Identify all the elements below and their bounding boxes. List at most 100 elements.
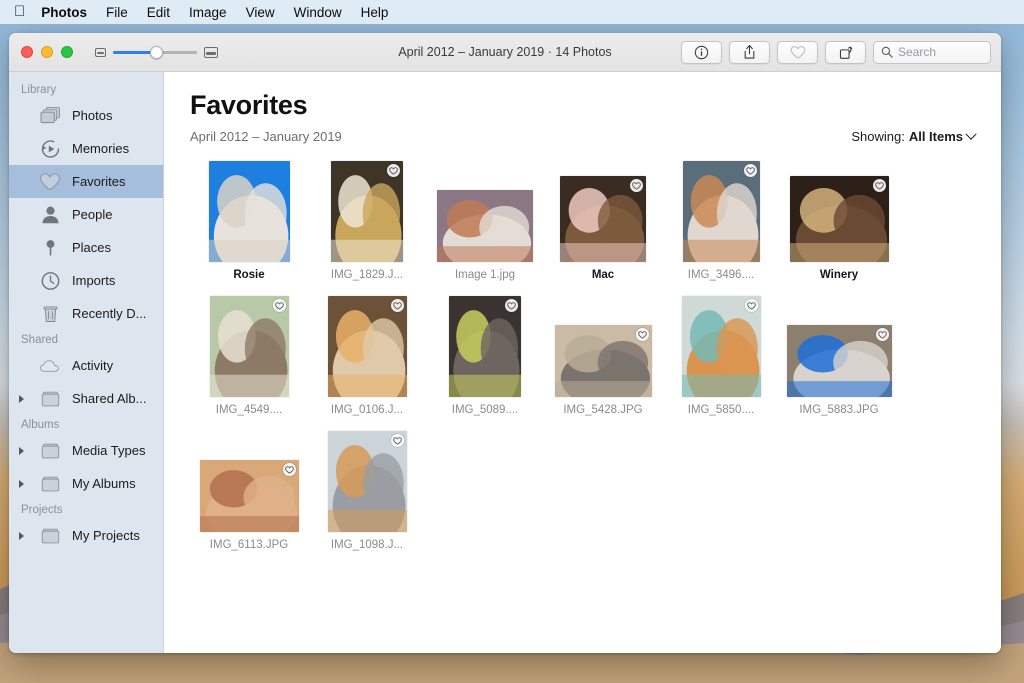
photo-cell[interactable]: IMG_6113.JPG xyxy=(190,431,308,566)
photos-stack-icon xyxy=(37,106,63,125)
disclosure-triangle-icon[interactable] xyxy=(15,446,28,455)
sidebar-item-places[interactable]: Places xyxy=(9,231,163,264)
favorite-badge[interactable] xyxy=(744,299,758,312)
apple-logo-icon[interactable]:  xyxy=(14,4,25,19)
heart-icon xyxy=(392,301,402,310)
favorite-badge[interactable] xyxy=(875,328,889,341)
sidebar-item-people[interactable]: People xyxy=(9,198,163,231)
photo-cell[interactable]: IMG_1829.J... xyxy=(308,161,426,296)
photo-caption: IMG_3496.... xyxy=(687,269,755,281)
photo-cell[interactable]: IMG_1098.J... xyxy=(308,431,426,566)
favorite-badge[interactable] xyxy=(282,463,296,476)
showing-filter-menu[interactable]: Showing: All Items xyxy=(851,128,977,144)
sidebar-item-imports[interactable]: Imports xyxy=(9,264,163,297)
sidebar-item-memories[interactable]: Memories xyxy=(9,132,163,165)
photo-thumbnail[interactable] xyxy=(560,176,646,262)
sidebar-item-photos[interactable]: Photos xyxy=(9,99,163,132)
photo-cell[interactable]: IMG_5883.JPG xyxy=(780,296,898,431)
photo-thumbnail[interactable] xyxy=(789,176,889,262)
sidebar-item-activity[interactable]: Activity xyxy=(9,349,163,382)
photo-thumbnail-wrapper xyxy=(560,161,646,262)
photo-cell[interactable]: IMG_5850.... xyxy=(662,296,780,431)
disclosure-triangle-icon[interactable] xyxy=(15,531,28,540)
menu-item-window[interactable]: Window xyxy=(294,5,342,20)
menu-item-view[interactable]: View xyxy=(246,5,275,20)
sidebar-item-my-projects[interactable]: My Projects xyxy=(9,519,163,552)
favorite-badge[interactable] xyxy=(390,434,404,447)
menu-item-image[interactable]: Image xyxy=(189,5,227,20)
photo-thumbnail[interactable] xyxy=(554,325,652,397)
photo-cell[interactable]: IMG_0106.J... xyxy=(308,296,426,431)
photo-thumbnail-wrapper xyxy=(789,161,889,262)
favorite-badge[interactable] xyxy=(635,328,649,341)
photo-cell[interactable]: Rosie xyxy=(190,161,308,296)
photo-cell[interactable]: Winery xyxy=(780,161,898,296)
slider-knob[interactable] xyxy=(149,45,163,59)
sidebar-item-media-types[interactable]: Media Types xyxy=(9,434,163,467)
sidebar-item-favorites[interactable]: Favorites xyxy=(9,165,163,198)
photo-cell[interactable]: IMG_3496.... xyxy=(662,161,780,296)
photo-thumbnail[interactable] xyxy=(327,296,407,397)
favorite-badge[interactable] xyxy=(630,179,643,192)
photo-cell[interactable]: IMG_5089.... xyxy=(426,296,544,431)
large-thumbnail-icon[interactable] xyxy=(204,46,218,58)
photo-caption: IMG_6113.JPG xyxy=(209,539,289,551)
sidebar-item-label: Recently D... xyxy=(72,306,147,321)
trash-icon xyxy=(37,304,63,324)
sidebar-item-recently-deleted[interactable]: Recently D... xyxy=(9,297,163,330)
search-placeholder: Search xyxy=(898,45,937,59)
menu-item-help[interactable]: Help xyxy=(361,5,389,20)
photo-caption: IMG_1829.J... xyxy=(330,269,404,281)
photo-thumbnail[interactable] xyxy=(327,431,407,532)
favorite-badge[interactable] xyxy=(872,179,886,192)
photo-thumbnail-wrapper xyxy=(786,296,892,397)
heart-icon xyxy=(746,301,756,310)
photo-cell[interactable]: Mac xyxy=(544,161,662,296)
photo-caption: IMG_4549.... xyxy=(215,404,283,416)
album-folder-icon xyxy=(37,441,63,461)
photo-thumbnail[interactable] xyxy=(331,161,403,262)
menu-item-edit[interactable]: Edit xyxy=(147,5,170,20)
sidebar-item-label: Shared Alb... xyxy=(72,391,147,406)
photo-cell[interactable]: Image 1.jpg xyxy=(426,161,544,296)
favorite-badge[interactable] xyxy=(387,164,400,177)
menu-item-file[interactable]: File xyxy=(106,5,128,20)
cloud-icon xyxy=(37,357,63,375)
photo-thumbnail[interactable] xyxy=(682,161,760,262)
photo-cell[interactable]: IMG_5428.JPG xyxy=(544,296,662,431)
info-button[interactable] xyxy=(681,40,722,64)
favorite-badge[interactable] xyxy=(505,299,518,312)
chevron-down-icon xyxy=(965,128,977,140)
photo-thumbnail[interactable] xyxy=(437,190,533,262)
small-thumbnail-icon[interactable] xyxy=(95,47,106,57)
photo-cell[interactable]: IMG_4549.... xyxy=(190,296,308,431)
search-input[interactable]: Search xyxy=(873,40,991,64)
minimize-button[interactable] xyxy=(41,46,53,58)
favorite-badge[interactable] xyxy=(272,299,286,312)
disclosure-triangle-icon[interactable] xyxy=(15,394,28,403)
sidebar-item-shared-albums[interactable]: Shared Alb... xyxy=(9,382,163,415)
favorite-badge[interactable] xyxy=(743,164,757,177)
photo-thumbnail[interactable] xyxy=(199,460,299,532)
photo-caption: Winery xyxy=(819,269,859,281)
favorite-button[interactable] xyxy=(777,40,818,64)
share-button[interactable] xyxy=(729,40,770,64)
thumbnail-size-slider[interactable] xyxy=(113,45,197,59)
photo-thumbnail-wrapper xyxy=(199,431,299,532)
favorite-badge[interactable] xyxy=(390,299,404,312)
zoom-button[interactable] xyxy=(61,46,73,58)
close-button[interactable] xyxy=(21,46,33,58)
share-upload-icon xyxy=(744,44,755,59)
photos-app-window: April 2012 – January 2019 · 14 Photos Se… xyxy=(9,33,1001,653)
disclosure-triangle-icon[interactable] xyxy=(15,479,28,488)
photo-thumbnail[interactable] xyxy=(681,296,761,397)
photo-thumbnail[interactable] xyxy=(208,161,290,262)
photo-thumbnail-wrapper xyxy=(331,161,403,262)
photo-thumbnail[interactable] xyxy=(449,296,521,397)
photo-thumbnail[interactable] xyxy=(786,325,892,397)
rotate-button[interactable] xyxy=(825,40,866,64)
menu-item-photos[interactable]: Photos xyxy=(41,5,87,20)
photo-thumbnail[interactable] xyxy=(209,296,289,397)
window-toolbar: April 2012 – January 2019 · 14 Photos Se… xyxy=(9,33,1001,72)
sidebar-item-my-albums[interactable]: My Albums xyxy=(9,467,163,500)
